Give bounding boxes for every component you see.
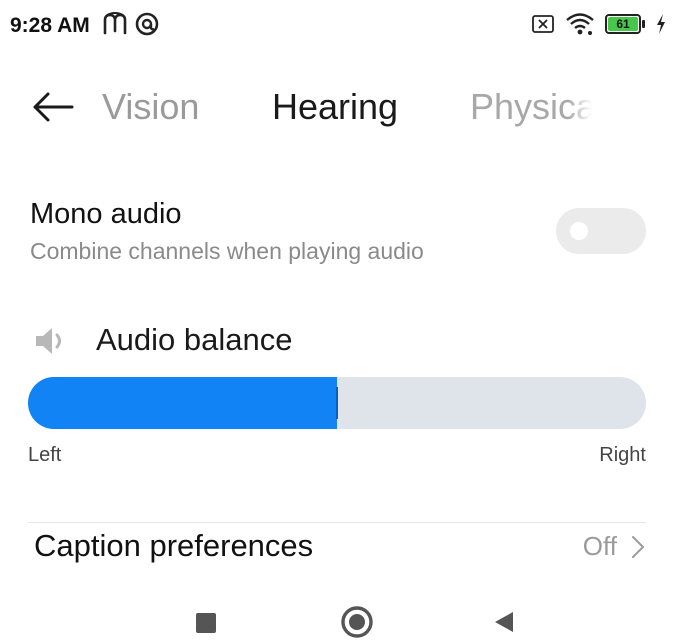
at-sign-icon (135, 12, 159, 36)
caption-preferences-row[interactable]: Caption preferences Off (0, 524, 675, 572)
slider-thumb[interactable] (336, 387, 338, 419)
toggle-knob (570, 222, 588, 240)
mono-audio-title: Mono audio (30, 198, 182, 230)
status-notification-icons (102, 11, 160, 37)
tab-physical[interactable]: Physical (470, 86, 592, 128)
recents-button[interactable] (196, 613, 216, 633)
tab-vision[interactable]: Vision (102, 86, 199, 128)
audio-balance-title: Audio balance (96, 322, 293, 357)
balance-left-label: Left (28, 444, 62, 466)
audio-balance-header: Audio balance (0, 318, 675, 366)
sim-off-icon (532, 15, 554, 33)
nav-back-button[interactable] (493, 610, 515, 634)
caption-preferences-title: Caption preferences (34, 528, 314, 563)
battery-icon: 61 (605, 14, 645, 34)
mono-audio-row[interactable]: Mono audio Combine channels when playing… (0, 190, 675, 280)
mono-audio-subtitle: Combine channels when playing audio (30, 238, 424, 264)
status-bar: 9:28 AM 61 (0, 0, 675, 52)
speaker-icon (36, 328, 61, 354)
battery-level: 61 (616, 17, 630, 31)
navigation-bar (0, 598, 675, 638)
slider-fill (28, 377, 337, 429)
category-tabs: Vision Hearing Physical (0, 70, 675, 142)
audio-balance-slider[interactable] (28, 377, 646, 429)
back-button[interactable] (30, 90, 76, 124)
tab-hearing[interactable]: Hearing (272, 86, 398, 128)
m-app-icon (103, 12, 127, 35)
status-system-icons: 61 (531, 12, 667, 36)
wifi-icon (566, 13, 594, 35)
divider (28, 522, 646, 523)
chevron-right-icon (632, 536, 644, 558)
back-arrow-icon (33, 92, 74, 122)
mono-audio-toggle[interactable] (556, 208, 646, 254)
caption-preferences-value: Off (582, 531, 617, 561)
status-time: 9:28 AM (10, 14, 90, 37)
charging-icon (657, 14, 665, 34)
balance-right-label: Right (599, 444, 646, 466)
